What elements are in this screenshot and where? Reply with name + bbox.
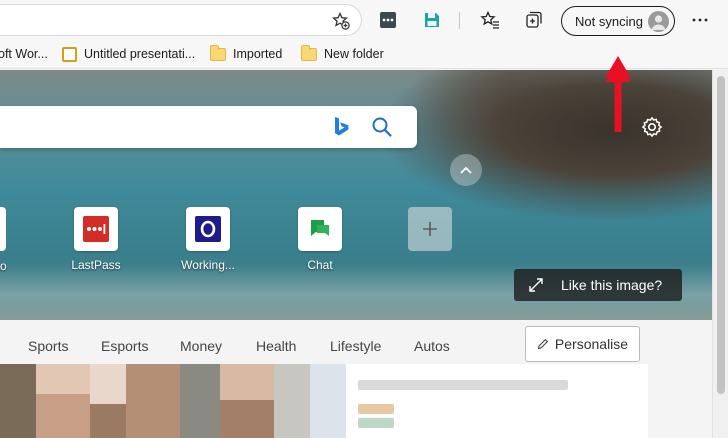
- quick-link-label: Working...: [181, 258, 235, 272]
- folder-icon: [210, 44, 226, 61]
- quick-link-label: LastPass: [71, 258, 121, 272]
- quick-link-tile[interactable]: [186, 207, 230, 251]
- add-favorite-icon[interactable]: [331, 11, 351, 31]
- web-search-box[interactable]: [0, 106, 417, 148]
- news-feed: Sports Esports Money Health Lifestyle Au…: [0, 320, 712, 438]
- favorite-label: oft Wor...: [0, 47, 48, 61]
- quick-link-lastpass[interactable]: LastPass: [56, 207, 136, 272]
- folder-icon: [301, 44, 317, 61]
- profile-button[interactable]: Not syncing: [561, 6, 675, 36]
- save-extension-icon: [425, 13, 439, 27]
- favorites-icon: [480, 10, 499, 29]
- more-icon[interactable]: [690, 12, 710, 28]
- collapse-button[interactable]: [450, 154, 482, 186]
- feed-nav-health[interactable]: Health: [256, 338, 296, 354]
- feed-nav-sports[interactable]: Sports: [28, 338, 68, 354]
- quick-link-partial-tile[interactable]: [0, 207, 6, 251]
- collections-icon: [526, 11, 542, 28]
- favorite-folder-new[interactable]: New folder: [301, 44, 384, 63]
- favorite-label: Imported: [233, 47, 283, 61]
- quick-link-tile[interactable]: [298, 207, 342, 251]
- scrollbar-thumb[interactable]: [717, 76, 725, 394]
- browser-toolbar: Not syncing: [0, 0, 728, 40]
- profile-sync-status: Not syncing: [575, 13, 643, 29]
- favorite-presentation[interactable]: Untitled presentati...: [62, 45, 195, 63]
- collections-button[interactable]: [522, 8, 546, 32]
- bing-icon[interactable]: [332, 115, 350, 139]
- quick-link-label: o: [0, 259, 7, 273]
- favorites-button[interactable]: [478, 8, 502, 32]
- lastpass-icon: [83, 216, 109, 242]
- outlook-icon: [195, 216, 221, 242]
- quick-link-label: Chat: [307, 258, 333, 272]
- feed-nav-lifestyle[interactable]: Lifestyle: [330, 338, 381, 354]
- favorite-label: New folder: [324, 47, 384, 61]
- quick-link-working[interactable]: Working...: [168, 207, 248, 272]
- pencil-icon: [537, 338, 549, 350]
- search-icon[interactable]: [370, 115, 394, 139]
- quick-link-chat[interactable]: Chat: [280, 207, 360, 272]
- lastpass-extension-icon: [380, 12, 396, 28]
- feed-nav-money[interactable]: Money: [180, 338, 222, 354]
- slides-icon: [62, 46, 77, 62]
- add-quick-link-button[interactable]: [390, 207, 470, 251]
- gear-icon[interactable]: [640, 115, 664, 139]
- like-image-label: Like this image?: [561, 277, 663, 293]
- feed-nav-esports[interactable]: Esports: [101, 338, 148, 354]
- favorite-label: Untitled presentati...: [84, 47, 196, 61]
- background-image: [382, 70, 712, 220]
- toolbar-separator: [459, 12, 460, 29]
- news-card-text[interactable]: [346, 364, 648, 438]
- favorite-word-doc[interactable]: oft Wor...: [0, 45, 48, 63]
- plus-icon: [423, 222, 437, 236]
- news-card-image[interactable]: [0, 364, 346, 438]
- quick-link-tile[interactable]: [74, 207, 118, 251]
- save-extension-button[interactable]: [420, 8, 444, 32]
- user-icon: [651, 15, 666, 30]
- avatar: [648, 11, 669, 32]
- favorite-folder-imported[interactable]: Imported: [210, 44, 283, 63]
- chevron-up-icon: [460, 166, 472, 174]
- page-scrollbar[interactable]: [712, 70, 728, 438]
- feed-nav-autos[interactable]: Autos: [414, 338, 450, 354]
- quick-link-tile[interactable]: [408, 207, 452, 251]
- address-bar[interactable]: [0, 4, 362, 36]
- chat-icon: [311, 220, 329, 236]
- annotation-arrow: [605, 56, 631, 132]
- lastpass-extension-button[interactable]: [376, 8, 400, 32]
- like-image-button[interactable]: Like this image?: [514, 269, 682, 301]
- expand-icon: [529, 278, 543, 292]
- personalise-button[interactable]: Personalise: [525, 326, 640, 362]
- personalise-label: Personalise: [554, 336, 629, 352]
